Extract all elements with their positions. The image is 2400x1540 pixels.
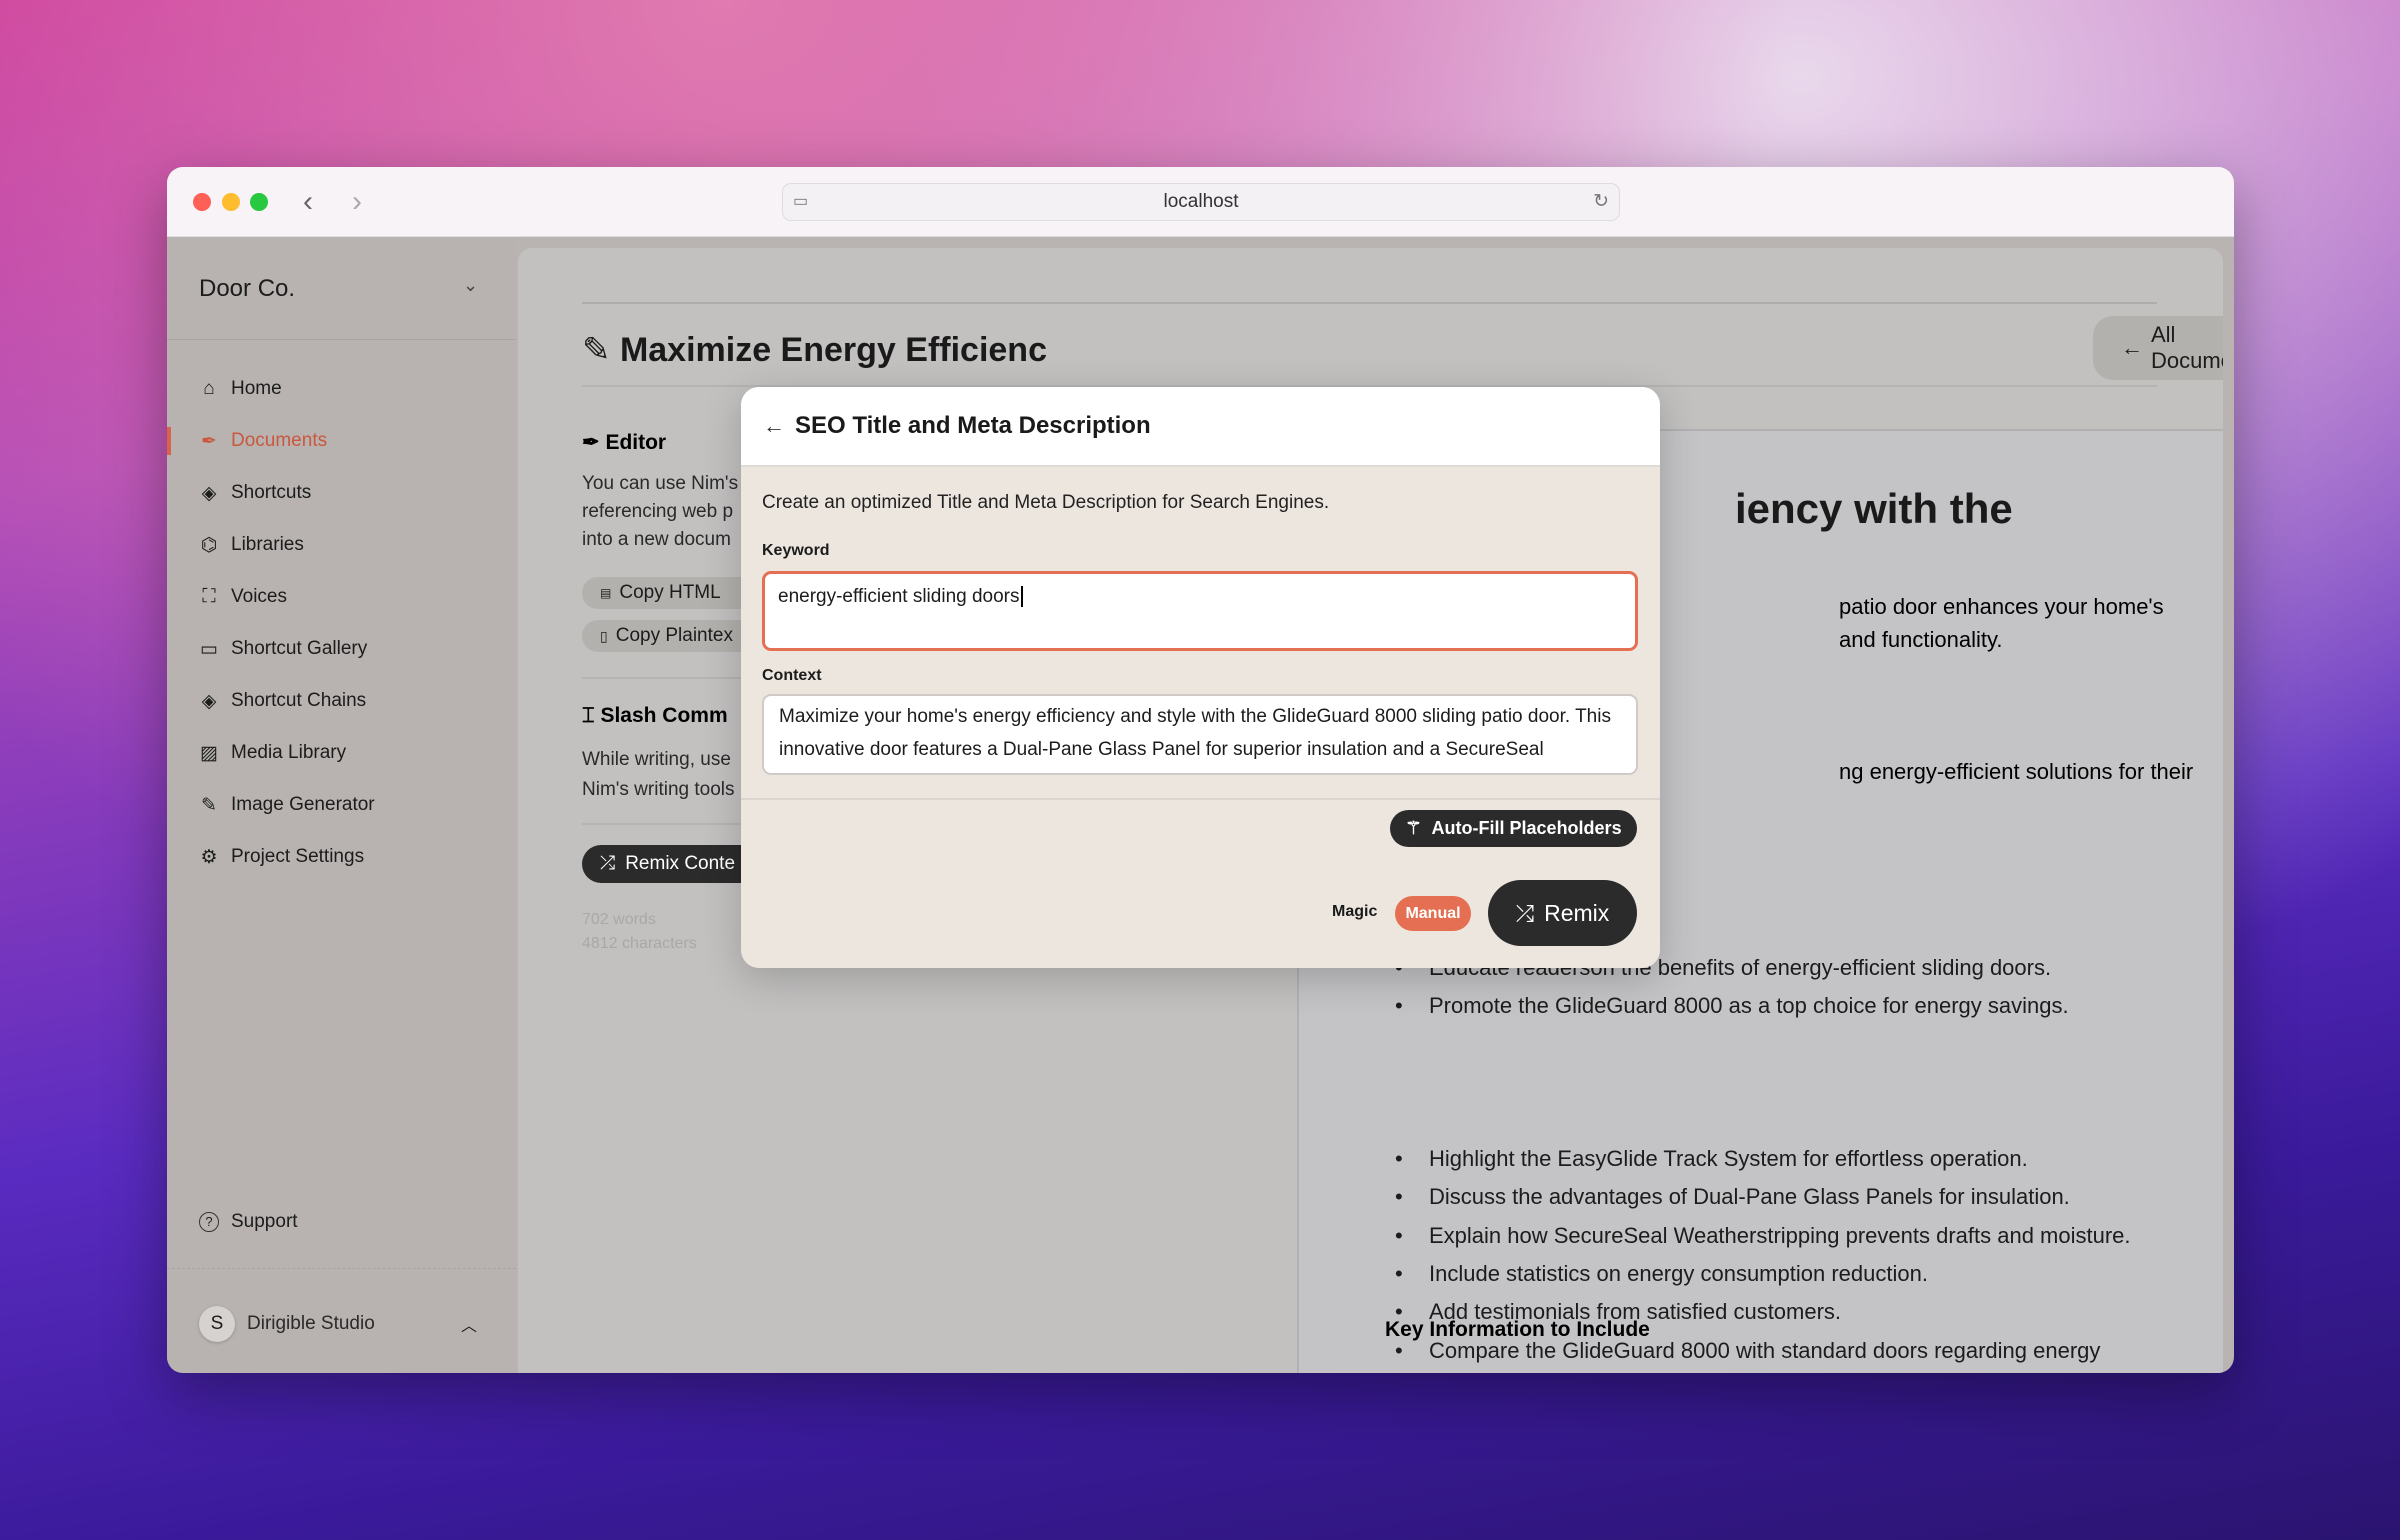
minimize-window-button[interactable] bbox=[222, 193, 240, 211]
layers-plus-icon: ◈ bbox=[201, 482, 217, 504]
pen-icon: ✒ bbox=[201, 430, 217, 452]
arrow-left-icon: ← bbox=[2121, 335, 2143, 360]
sidebar-item-documents[interactable]: ✒ Documents bbox=[199, 426, 327, 456]
brush-icon: ✎ bbox=[201, 794, 217, 816]
magic-wand-icon: ⚚ bbox=[1405, 818, 1422, 838]
all-documents-button[interactable]: ←All Documents bbox=[2093, 316, 2223, 380]
forward-icon[interactable]: › bbox=[352, 185, 362, 219]
address-bar[interactable]: ▭ localhost ↻ bbox=[782, 183, 1620, 221]
slash-description: While writing, use Nim's writing tools bbox=[582, 749, 735, 800]
magic-mode-option[interactable]: Magic bbox=[1332, 903, 1377, 921]
slash-commands-heading: ⌶ Slash Comm bbox=[582, 704, 728, 727]
modal-description: Create an optimized Title and Meta Descr… bbox=[762, 492, 1330, 513]
sidebar-item-home[interactable]: ⌂ Home bbox=[199, 374, 281, 404]
bullet-item: Highlight the EasyGlide Track System for… bbox=[1395, 1146, 2028, 1172]
remix-button[interactable]: ⤮ Remix bbox=[1488, 880, 1637, 946]
bullet-item: Explain how SecureSeal Weatherstripping … bbox=[1395, 1223, 2131, 1249]
bullet-item: Add testimonials from satisfied customer… bbox=[1395, 1299, 1841, 1325]
sidebar-item-shortcut-chains[interactable]: ◈ Shortcut Chains bbox=[199, 686, 367, 716]
sidebar-item-shortcut-gallery[interactable]: ▭ Shortcut Gallery bbox=[199, 634, 367, 664]
sidebar-item-media-library[interactable]: ▨ Media Library bbox=[199, 738, 346, 768]
back-arrow-icon[interactable]: ← bbox=[763, 413, 785, 439]
editor-description: You can use Nim's referencing web p into a… bbox=[582, 473, 739, 550]
browser-titlebar: ‹ › ▭ localhost ↻ bbox=[167, 167, 2234, 237]
modal-title: SEO Title and Meta Description bbox=[795, 412, 1151, 439]
sidebar-toggle-icon[interactable]: ▭ bbox=[793, 184, 808, 220]
image-icon: ▨ bbox=[200, 742, 218, 764]
close-window-button[interactable] bbox=[193, 193, 211, 211]
sidebar-divider bbox=[167, 339, 516, 340]
html-file-icon: ▤ bbox=[600, 586, 612, 600]
edit-icon: ✎ bbox=[582, 331, 620, 369]
sidebar-divider bbox=[167, 1268, 516, 1269]
text-cursor bbox=[1020, 586, 1023, 607]
sidebar-item-support[interactable]: ? Support bbox=[199, 1207, 298, 1237]
keyword-input[interactable]: energy-efficient sliding doors bbox=[762, 571, 1638, 651]
clipboard-icon: ▯ bbox=[600, 627, 608, 644]
back-icon[interactable]: ‹ bbox=[303, 185, 313, 219]
chevron-up-icon: ︿ bbox=[461, 1318, 478, 1335]
shuffle-icon: ⤮ bbox=[600, 853, 616, 874]
workspace-name[interactable]: Door Co. bbox=[199, 275, 295, 303]
auto-fill-placeholders-button[interactable]: ⚚ Auto-Fill Placeholders bbox=[1390, 810, 1637, 847]
document-paragraph: patio door enhances your home's bbox=[1839, 594, 2164, 619]
document-paragraph: ng energy-efficient solutions for their bbox=[1839, 759, 2194, 784]
context-textarea[interactable]: Maximize your home's energy efficiency a… bbox=[762, 694, 1638, 775]
seo-modal: ← SEO Title and Meta Description Create … bbox=[741, 387, 1660, 968]
active-indicator bbox=[167, 427, 171, 455]
document-paragraph: and functionality. bbox=[1839, 627, 2003, 652]
sidebar-item-image-generator[interactable]: ✎ Image Generator bbox=[199, 790, 375, 820]
help-icon: ? bbox=[199, 1212, 219, 1232]
avatar: S bbox=[199, 1306, 235, 1342]
editor-heading: ✒ Editor bbox=[582, 431, 667, 454]
graduation-cap-icon: ⌬ bbox=[200, 534, 218, 556]
sidebar-item-voices[interactable]: ⛶ Voices bbox=[199, 582, 287, 612]
layers-icon: ◈ bbox=[201, 690, 217, 712]
zoom-window-button[interactable] bbox=[250, 193, 268, 211]
home-icon: ⌂ bbox=[203, 378, 215, 399]
pen-icon: ✒ bbox=[582, 431, 606, 454]
context-label: Context bbox=[762, 667, 822, 684]
sidebar: Door Co. ⌄ ⌂ Home ✒ Documents ◈ Shortcuts ⌬ Lib… bbox=[167, 237, 516, 1373]
keyword-label: Keyword bbox=[762, 542, 830, 559]
text-cursor-icon: ⌶ bbox=[582, 704, 601, 727]
sidebar-item-libraries[interactable]: ⌬ Libraries bbox=[199, 530, 304, 560]
sidebar-item-project-settings[interactable]: ⚙ Project Settings bbox=[199, 842, 364, 872]
chevron-down-icon[interactable]: ⌄ bbox=[463, 275, 478, 296]
sidebar-item-shortcuts[interactable]: ◈ Shortcuts bbox=[199, 478, 312, 508]
document-stats: 702 words 4812 characters bbox=[582, 911, 697, 952]
reload-icon[interactable]: ↻ bbox=[1593, 184, 1609, 220]
user-menu[interactable]: S Dirigible Studio ︿ bbox=[199, 1306, 489, 1342]
url-text: localhost bbox=[1163, 191, 1239, 212]
bullet-item: Discuss the advantages of Dual-Pane Glas… bbox=[1395, 1184, 2070, 1210]
bullet-item: Include statistics on energy consumption… bbox=[1395, 1261, 1928, 1287]
gallery-icon: ▭ bbox=[200, 638, 218, 660]
face-scan-icon: ⛶ bbox=[202, 586, 216, 607]
manual-mode-toggle[interactable]: Manual bbox=[1395, 896, 1471, 931]
bullet-item: Compare the GlideGuard 8000 with standar… bbox=[1395, 1338, 2100, 1364]
shuffle-icon: ⤮ bbox=[1515, 899, 1535, 926]
bullet-item: Promote the GlideGuard 8000 as a top cho… bbox=[1395, 993, 2069, 1019]
modal-divider bbox=[741, 798, 1660, 800]
gear-icon: ⚙ bbox=[200, 846, 218, 868]
page-title: ✎ Maximize Energy Efficienc bbox=[582, 331, 1047, 369]
